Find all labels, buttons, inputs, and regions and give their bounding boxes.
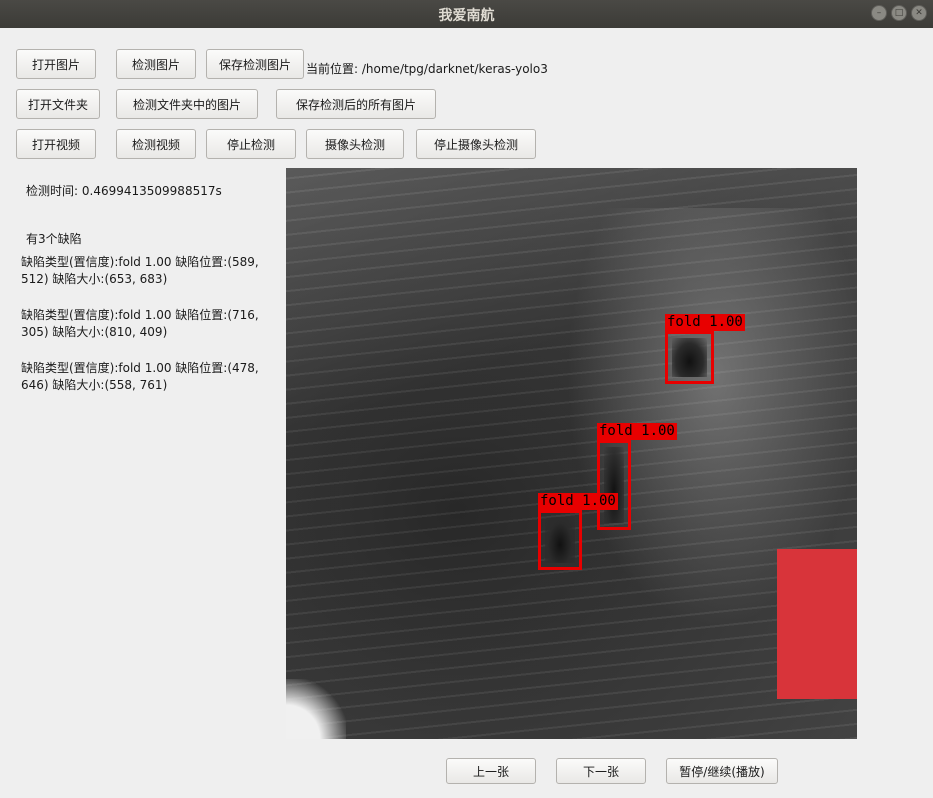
pause-resume-button[interactable]: 暂停/继续(播放) [666,758,778,784]
defect-spot [672,338,707,377]
save-all-detected-button[interactable]: 保存检测后的所有图片 [276,89,436,119]
defect-item: 缺陷类型(置信度):fold 1.00 缺陷位置:(716, 305) 缺陷大小… [21,307,271,341]
defect-line: 305) 缺陷大小:(810, 409) [21,325,168,339]
defect-spot [604,447,624,523]
defect-line: 646) 缺陷大小:(558, 761) [21,378,168,392]
previous-image-button[interactable]: 上一张 [446,758,536,784]
stop-detect-button[interactable]: 停止检测 [206,129,296,159]
detect-folder-images-button[interactable]: 检测文件夹中的图片 [116,89,258,119]
current-path-caption: 当前位置: [306,62,359,76]
defect-item: 缺陷类型(置信度):fold 1.00 缺陷位置:(478, 646) 缺陷大小… [21,360,271,394]
red-background-patch [777,549,857,699]
defect-spot [545,517,575,563]
open-folder-button[interactable]: 打开文件夹 [16,89,100,119]
detection-box: fold 1.00 [538,493,618,570]
defect-list: 缺陷类型(置信度):fold 1.00 缺陷位置:(589, 512) 缺陷大小… [21,254,271,413]
detection-label: fold 1.00 [665,314,745,331]
minimize-icon[interactable]: – [871,5,887,21]
save-detected-image-button[interactable]: 保存检测图片 [206,49,304,79]
maximize-icon[interactable]: □ [891,5,907,21]
detection-label: fold 1.00 [538,493,618,510]
detection-label: fold 1.00 [597,423,677,440]
defect-line: 缺陷类型(置信度):fold 1.00 缺陷位置:(589, [21,255,259,269]
detect-time-label: 检测时间: [26,184,79,198]
stop-camera-detect-button[interactable]: 停止摄像头检测 [416,129,536,159]
detection-box: fold 1.00 [597,423,677,530]
next-image-button[interactable]: 下一张 [556,758,646,784]
current-path-value: /home/tpg/darknet/keras-yolo3 [361,62,548,76]
defect-line: 512) 缺陷大小:(653, 683) [21,272,168,286]
detect-video-button[interactable]: 检测视频 [116,129,196,159]
close-icon[interactable]: ✕ [911,5,927,21]
open-video-button[interactable]: 打开视频 [16,129,96,159]
detect-image-button[interactable]: 检测图片 [116,49,196,79]
white-corner [286,679,346,739]
title-bar: 我爱南航 – □ ✕ [0,0,933,28]
detect-time-value: 0.4699413509988517s [81,184,222,198]
detect-time: 检测时间: 0.4699413509988517s [26,182,222,199]
detection-box: fold 1.00 [665,314,745,384]
defect-line: 缺陷类型(置信度):fold 1.00 缺陷位置:(478, [21,361,259,375]
camera-detect-button[interactable]: 摄像头检测 [306,129,404,159]
detection-image: fold 1.00 fold 1.00 fold 1.00 [286,168,857,739]
current-path-label: 当前位置: /home/tpg/darknet/keras-yolo3 [306,60,548,77]
defect-line: 缺陷类型(置信度):fold 1.00 缺陷位置:(716, [21,308,259,322]
defect-count: 有3个缺陷 [26,232,82,246]
open-image-button[interactable]: 打开图片 [16,49,96,79]
defect-item: 缺陷类型(置信度):fold 1.00 缺陷位置:(589, 512) 缺陷大小… [21,254,271,288]
window-title: 我爱南航 [438,8,495,24]
